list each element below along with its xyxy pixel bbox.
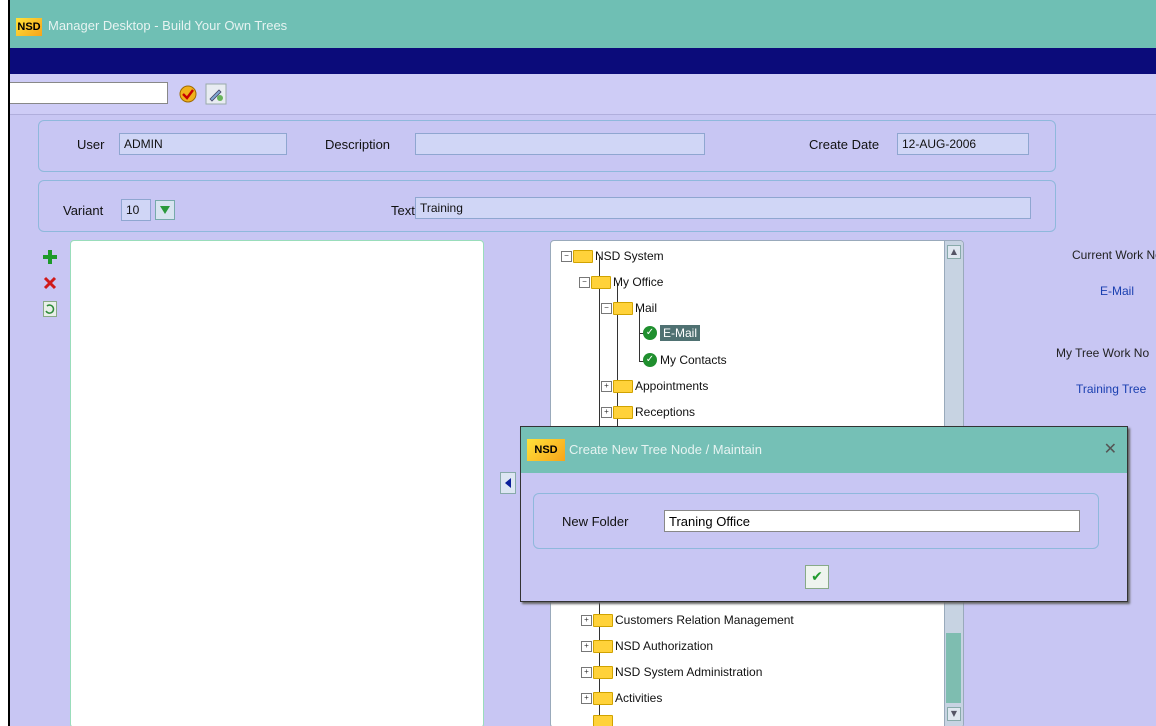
tree-node-appointments[interactable]: + Appointments [601,379,708,393]
new-folder-label: New Folder [562,514,629,529]
app-window: NSD Manager Desktop - Build Your Own Tre… [8,0,1156,726]
collapse-icon[interactable]: − [579,276,590,288]
tree-node-mail[interactable]: − Mail [601,301,657,315]
refresh-icon [43,301,57,317]
variant-dropdown-button[interactable] [155,200,175,220]
dialog-title: Create New Tree Node / Maintain [569,442,762,457]
header-panel: User ADMIN Description Create Date 12-AU… [38,120,1056,172]
collapse-icon[interactable]: − [601,302,612,314]
ok-button[interactable] [176,82,200,106]
folder-icon [593,715,613,726]
create-date-label: Create Date [809,137,880,152]
tree-node-my-office[interactable]: − My Office [579,275,663,289]
my-tree-label: My Tree Work No [1056,346,1150,360]
expand-icon[interactable]: + [601,380,612,392]
current-work-label: Current Work No [1072,248,1156,262]
chevron-down-icon [160,206,170,214]
folder-icon [613,379,633,393]
search-input[interactable] [10,82,168,104]
new-folder-panel: New Folder [533,493,1099,549]
dialog-title-bar: NSD Create New Tree Node / Maintain ✕ [521,427,1127,473]
text-label: Text [391,203,415,218]
create-date-field[interactable]: 12-AUG-2006 [897,133,1029,155]
tree-node-partial[interactable] [581,715,615,726]
my-tree-value[interactable]: Training Tree [1076,382,1146,396]
close-icon[interactable]: ✕ [1104,439,1117,458]
expand-icon[interactable]: + [581,666,592,678]
arrow-left-icon [505,478,511,488]
user-tree-list[interactable] [70,240,484,726]
tree-node-nsd-system[interactable]: − NSD System [561,249,664,263]
check-icon: ✔ [811,569,823,585]
plus-icon [43,250,57,264]
variant-panel: Variant 10 Text Training [38,180,1056,232]
tree-node-crm[interactable]: + Customers Relation Management [581,613,794,627]
tree-node-receptions[interactable]: + Receptions [601,405,695,419]
tree-node-nsd-authorization[interactable]: + NSD Authorization [581,639,713,653]
nsd-logo: NSD [16,18,42,36]
folder-icon [593,613,613,627]
description-field[interactable] [415,133,705,155]
confirm-button[interactable]: ✔ [805,565,829,589]
scroll-thumb[interactable] [946,633,961,703]
folder-icon [593,665,613,679]
delete-icon [43,276,57,290]
folder-icon [613,301,633,315]
expand-icon[interactable]: + [601,406,612,418]
expand-icon[interactable]: + [581,640,592,652]
delete-node-button[interactable] [42,274,58,292]
check-icon: ✓ [643,353,657,367]
user-label: User [77,137,105,152]
collapse-icon[interactable]: − [561,250,572,262]
text-field[interactable]: Training [415,197,1031,219]
variant-field[interactable]: 10 [121,199,151,221]
folder-icon [613,405,633,419]
tree-node-activities[interactable]: + Activities [581,691,662,705]
user-field[interactable]: ADMIN [119,133,287,155]
edit-button[interactable] [204,82,228,106]
create-node-dialog: NSD Create New Tree Node / Maintain ✕ Ne… [520,426,1128,602]
check-circle-icon [179,85,197,103]
move-left-button[interactable] [500,472,516,494]
pencil-icon [205,83,227,105]
current-work-value[interactable]: E-Mail [1100,284,1134,298]
expand-icon[interactable]: + [581,692,592,704]
description-label: Description [325,137,391,152]
add-node-button[interactable] [42,248,58,266]
nav-bar [10,48,1156,74]
scroll-down-icon[interactable]: ▼ [947,707,961,721]
folder-icon [593,639,613,653]
title-bar: NSD Manager Desktop - Build Your Own Tre… [10,0,1156,48]
refresh-button[interactable] [42,300,58,318]
window-title: Manager Desktop - Build Your Own Trees [48,18,288,33]
tree-node-email[interactable]: ✓ E-Mail [643,325,701,341]
scroll-up-icon[interactable]: ▲ [947,245,961,259]
expand-icon[interactable]: + [581,614,592,626]
new-folder-input[interactable] [664,510,1080,532]
folder-icon [593,691,613,705]
tree-node-nsd-system-admin[interactable]: + NSD System Administration [581,665,762,679]
folder-icon [573,249,593,263]
toolbar [10,74,1156,115]
nsd-logo: NSD [527,439,565,461]
folder-icon [591,275,611,289]
check-icon: ✓ [643,326,657,340]
variant-label: Variant [63,203,104,218]
tree-node-my-contacts[interactable]: ✓ My Contacts [643,353,727,367]
